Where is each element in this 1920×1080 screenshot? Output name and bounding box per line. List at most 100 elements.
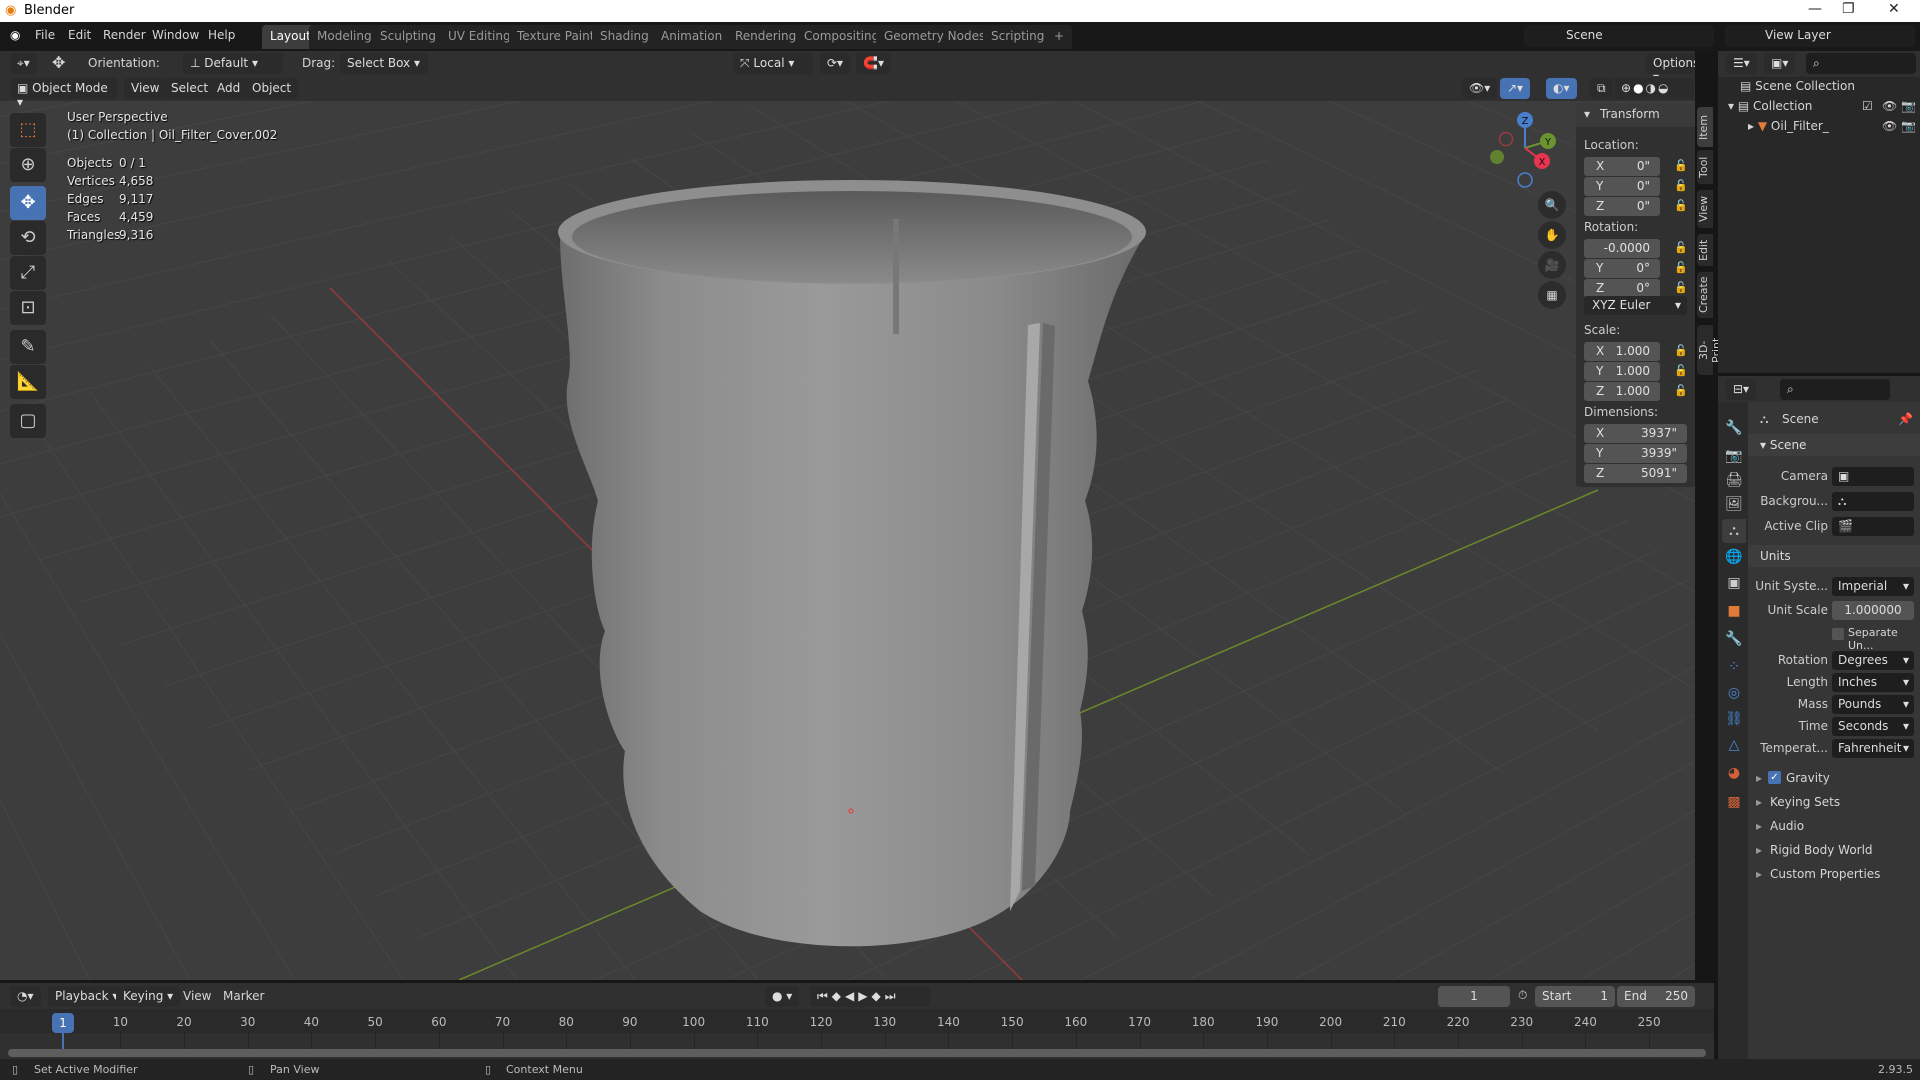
menu-select[interactable]: Select [164,78,216,99]
lock-icon[interactable]: 🔓 [1674,344,1688,357]
scale-field[interactable]: X 1.000 [1584,342,1660,361]
units-section-header[interactable]: Units [1748,545,1920,567]
render-camera-icon[interactable]: 📷 [1901,99,1916,113]
rotation-field[interactable]: Y 0° [1584,259,1660,278]
dimensions-field[interactable]: X 3937" [1584,424,1687,443]
playback-menu[interactable]: Playback ▾ [48,986,126,1007]
data-icon[interactable]: △ [1722,733,1746,757]
tool-icon[interactable]: 🔧 [1722,416,1746,440]
start-frame-field[interactable]: Start 1 [1535,986,1615,1007]
transform-header[interactable]: ▾ Transform [1576,103,1695,127]
temp-field[interactable]: Fahrenheit ▾ [1832,739,1914,758]
dimensions-field[interactable]: Z 5091" [1584,464,1687,483]
unit-scale-field[interactable]: 1.000000 [1832,601,1914,620]
location-field[interactable]: Y 0" [1584,177,1660,196]
viewport-canvas[interactable] [0,51,1695,980]
render-icon[interactable]: 📷 [1722,444,1746,468]
modifier-icon[interactable]: 🔧 [1722,627,1746,651]
transform-tool-icon[interactable]: ⊡ [10,291,46,325]
marker-menu[interactable]: Marker [223,989,264,1003]
workspace-tab[interactable]: Texture Paint [509,25,603,49]
view-layer-selector[interactable]: View Layer [1725,25,1915,47]
scale-field[interactable]: Z 1.000 [1584,382,1660,401]
menu-view[interactable]: View [124,78,167,99]
camera-label-field[interactable]: ▣ [1832,467,1914,486]
editor-type-icon[interactable]: ⊟▾ [1726,379,1757,400]
constraints-icon[interactable]: ⛓ [1722,707,1746,731]
timeline[interactable]: ◔▾ Playback ▾ Keying ▾ View Marker ● ▾ ⏮… [0,983,1714,1059]
lock-icon[interactable]: 🔓 [1674,261,1688,274]
stopwatch-icon[interactable]: ⏱ [1518,988,1527,1003]
eye-icon[interactable]: 👁 [1882,119,1897,133]
background-label-field[interactable]: ⛬ [1832,492,1914,511]
transform-tool-icon[interactable]: ⌖▾ [10,53,37,74]
sidebar-tab[interactable]: Edit [1697,234,1713,266]
sidebar-tab[interactable]: Tool [1697,150,1713,184]
sidebar-tab[interactable]: 3D-Print [1697,325,1723,375]
workspace-tab[interactable]: + [1046,25,1073,49]
cursor-tool-icon[interactable]: ⊕ [10,148,46,182]
menu-window[interactable]: Window [152,28,199,42]
options-dropdown[interactable]: Options ▾ [1646,53,1695,84]
editor-type-clock-icon[interactable]: ◔▾ [10,986,41,1007]
workspace-tab[interactable]: Modeling [309,25,380,49]
render-camera-icon[interactable]: 📷 [1901,119,1916,133]
close-button[interactable]: ✕ [1888,1,1900,17]
rotation-field[interactable]: -0.0000 [1584,239,1660,258]
rotate-tool-icon[interactable]: ⟲ [10,221,46,255]
location-field[interactable]: Z 0" [1584,197,1660,216]
overlay-toggle-icon[interactable]: ◐▾ [1546,78,1577,99]
material-icon[interactable]: ◕ [1722,761,1746,785]
gravity-checkbox[interactable]: ✓ [1768,771,1781,784]
visibility-icon[interactable]: 👁▾ [1462,78,1498,99]
blender-menu-icon[interactable]: ◉ [10,28,20,42]
physics-icon[interactable]: ◎ [1722,681,1746,705]
measure-tool-icon[interactable]: 📐 [10,365,46,399]
lock-icon[interactable]: 🔓 [1674,199,1688,212]
annotate-tool-icon[interactable]: ✎ [10,330,46,364]
drag-dropdown[interactable]: Select Box ▾ [340,53,428,74]
snap-icon[interactable]: 🧲▾ [856,53,891,74]
rotation-mode-dropdown[interactable]: XYZ Euler ▾ [1584,296,1687,315]
output-icon[interactable]: 🖨 [1722,468,1746,492]
object-item[interactable]: ▸ ▼ Oil_Filter_ 👁 📷 [1748,119,1920,133]
menu-file[interactable]: File [35,28,55,42]
workspace-tab[interactable]: Shading [592,25,657,49]
scene-icon[interactable]: ⛬ [1722,519,1746,543]
menu-render[interactable]: Render [103,28,146,42]
scale-tool-icon[interactable]: ⤢ [10,256,46,290]
pin-icon[interactable]: 📌 [1898,412,1913,426]
collapsed-section[interactable]: ▸ Audio [1748,816,1920,838]
mode-dropdown[interactable]: ▣ Object Mode ▾ [10,78,118,109]
separate-units-checkbox[interactable] [1832,628,1844,640]
camera-view-icon[interactable]: 🎥 [1538,251,1566,279]
scale-field[interactable]: Y 1.000 [1584,362,1660,381]
move-tool-icon[interactable]: ✥ [10,186,46,220]
collapsed-section[interactable]: ▸ ✓ Gravity [1748,768,1920,790]
location-field[interactable]: X 0" [1584,157,1660,176]
lock-icon[interactable]: 🔓 [1674,179,1688,192]
exclude-checkbox[interactable]: ☑ [1862,99,1873,113]
workspace-tab[interactable]: Geometry Nodes [876,25,994,49]
texture-icon[interactable]: ▩ [1722,790,1746,814]
sidebar-tab[interactable]: Create [1697,272,1713,318]
collapsed-section[interactable]: ▸ Custom Properties [1748,864,1920,886]
minimize-button[interactable]: — [1808,1,1822,17]
scene-selector[interactable]: Scene [1524,25,1714,47]
unit-system-field[interactable]: Imperial ▾ [1832,577,1914,596]
object-icon[interactable]: ■ [1722,599,1746,623]
workspace-tab[interactable]: Sculpting [372,25,445,49]
outliner-search[interactable]: ⌕ [1806,53,1916,74]
time-field[interactable]: Seconds ▾ [1832,717,1914,736]
playhead[interactable]: 1 [52,1013,74,1033]
collection-item[interactable]: ▾ ▤ Collection ☑ 👁 📷 [1728,99,1920,113]
select-box-tool-icon[interactable]: ⬚ [10,113,46,147]
workspace-tab[interactable]: Rendering [727,25,805,49]
workspace-tab[interactable]: Animation [653,25,731,49]
clip-label-field[interactable]: 🎬 [1832,517,1914,536]
zoom-icon[interactable]: 🔍 [1538,191,1566,219]
horizontal-scrollbar[interactable] [8,1049,1706,1057]
menu-object[interactable]: Object [245,78,299,99]
add-cube-tool-icon[interactable]: ▢ [10,404,46,438]
3d-viewport[interactable]: ⌖▾ ✥ Orientation: ⊥ Default ▾ Drag: Sele… [0,51,1695,980]
